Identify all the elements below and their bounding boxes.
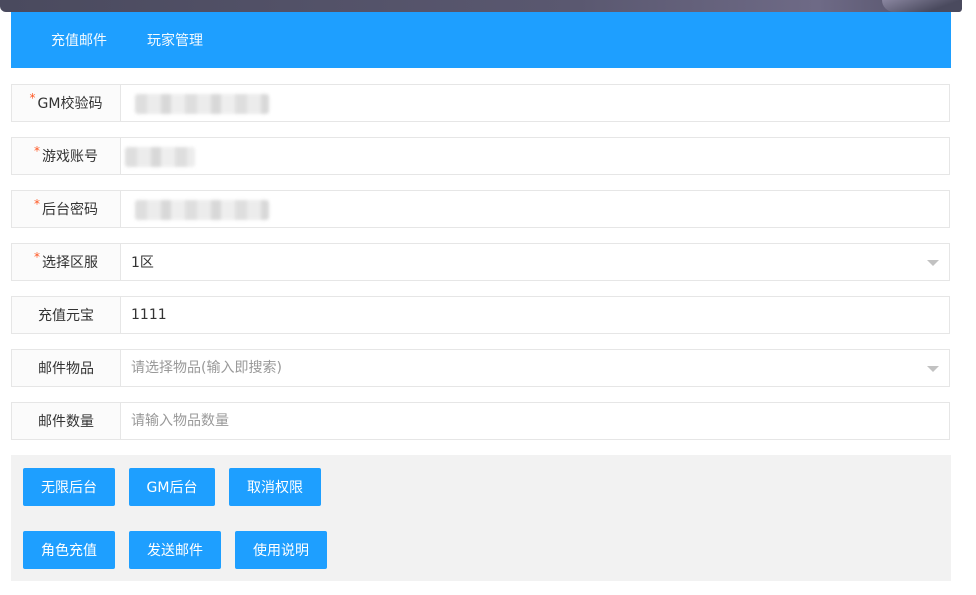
gm-code-label: * GM校验码 — [12, 85, 121, 121]
chevron-down-icon[interactable] — [927, 260, 939, 266]
mail-item-select[interactable] — [121, 350, 949, 386]
required-asterisk: * — [29, 91, 36, 105]
mail-quantity-field-wrap — [121, 403, 949, 439]
yuanbao-field-wrap — [121, 297, 949, 333]
redacted-value — [125, 147, 195, 167]
send-mail-button[interactable]: 发送邮件 — [129, 531, 221, 569]
account-label: * 游戏账号 — [12, 138, 121, 174]
gm-backend-button[interactable]: GM后台 — [129, 468, 215, 506]
window-top-strip — [0, 0, 962, 12]
form-row-yuanbao: 充值元宝 — [11, 296, 950, 334]
top-nav-bar: 充值邮件 玩家管理 — [11, 12, 951, 68]
nav-item-player-management[interactable]: 玩家管理 — [135, 30, 215, 50]
usage-instructions-button[interactable]: 使用说明 — [235, 531, 327, 569]
server-label: * 选择区服 — [12, 244, 121, 280]
top-strip-curve — [882, 0, 962, 12]
required-asterisk: * — [34, 197, 40, 211]
yuanbao-input[interactable] — [131, 297, 949, 333]
required-asterisk: * — [34, 250, 40, 264]
revoke-permission-button[interactable]: 取消权限 — [229, 468, 321, 506]
account-input[interactable] — [131, 138, 949, 174]
nav-item-recharge-mail[interactable]: 充值邮件 — [39, 30, 119, 50]
role-recharge-button[interactable]: 角色充值 — [23, 531, 115, 569]
server-select[interactable] — [121, 244, 949, 280]
mail-quantity-label: 邮件数量 — [12, 403, 121, 439]
password-field-wrap — [121, 191, 949, 227]
unlimited-backend-button[interactable]: 无限后台 — [23, 468, 115, 506]
form-row-password: * 后台密码 — [11, 190, 950, 228]
action-button-panel: 无限后台 GM后台 取消权限 角色充值 发送邮件 使用说明 — [11, 455, 951, 581]
mail-item-label: 邮件物品 — [12, 350, 121, 386]
redacted-value — [135, 200, 269, 220]
form-row-gm-code: * GM校验码 — [11, 84, 950, 122]
redacted-value — [135, 94, 269, 114]
form-row-mail-quantity: 邮件数量 — [11, 402, 950, 440]
form-row-server: * 选择区服 — [11, 243, 950, 281]
account-field-wrap — [121, 138, 949, 174]
yuanbao-label: 充值元宝 — [12, 297, 121, 333]
gm-code-field-wrap — [121, 85, 949, 121]
server-select-input[interactable] — [131, 244, 949, 280]
form-row-mail-item: 邮件物品 — [11, 349, 950, 387]
password-label: * 后台密码 — [12, 191, 121, 227]
mail-quantity-input[interactable] — [131, 403, 949, 439]
mail-item-search-input[interactable] — [131, 350, 949, 386]
form-row-account: * 游戏账号 — [11, 137, 950, 175]
required-asterisk: * — [34, 144, 40, 158]
chevron-down-icon[interactable] — [927, 366, 939, 372]
